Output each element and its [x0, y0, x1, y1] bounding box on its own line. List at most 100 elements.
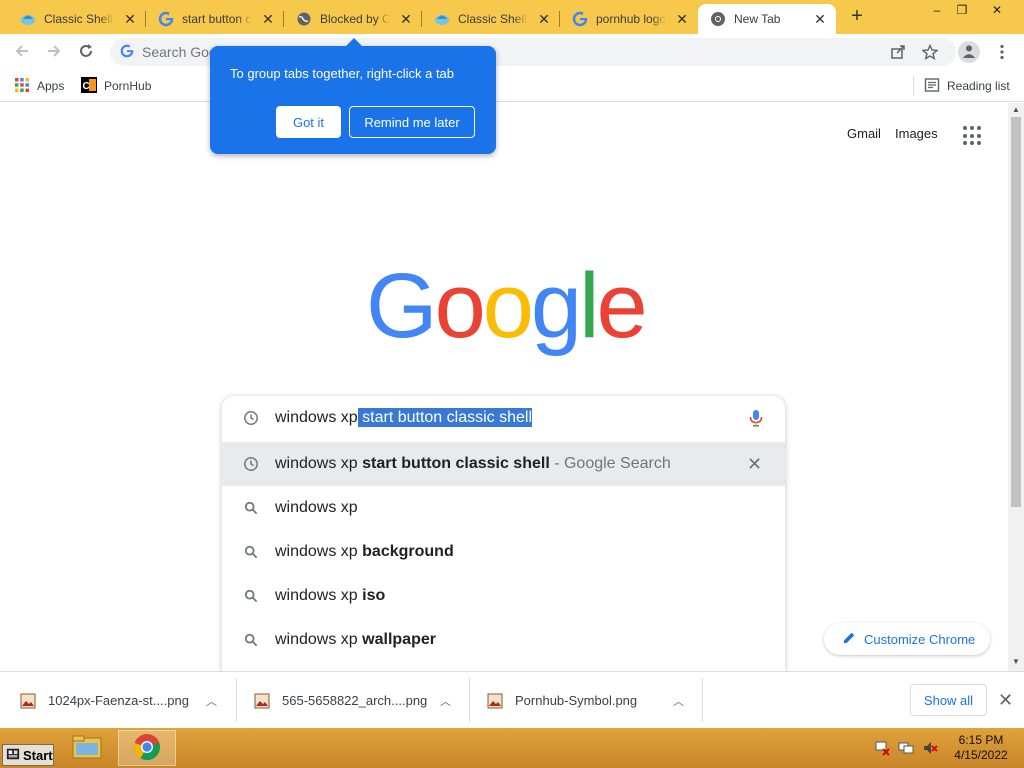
search-icon — [242, 543, 260, 561]
bookmark-label: PornHub — [104, 79, 152, 93]
forward-arrow-icon — [46, 43, 62, 62]
bookmark-star-icon[interactable] — [920, 42, 940, 62]
download-item[interactable]: 565-5658822_arch....png ︿ — [254, 672, 451, 729]
got-it-button[interactable]: Got it — [276, 106, 341, 138]
tab-strip: Classic Shell - ✕ start button cl ✕ Bloc… — [0, 0, 1024, 34]
suggestion-item[interactable]: windows xp background — [222, 530, 785, 574]
search-box[interactable]: windows xp start button classic shell wi… — [222, 396, 785, 671]
remove-suggestion-icon[interactable]: ✕ — [747, 454, 762, 475]
logo-letter: g — [530, 255, 582, 357]
shell-favicon-icon — [434, 11, 450, 27]
images-link[interactable]: Images — [895, 126, 938, 141]
tab-close-icon[interactable]: ✕ — [260, 11, 276, 27]
profile-avatar[interactable] — [958, 41, 980, 63]
window-close-button[interactable]: ✕ — [982, 0, 1012, 22]
tab-group-tip-popup: To group tabs together, right-click a ta… — [210, 38, 496, 154]
download-filename: 1024px-Faenza-st....png — [48, 693, 189, 708]
taskbar-chrome[interactable] — [118, 730, 176, 766]
page-scrollbar[interactable]: ▲ ▼ — [1008, 103, 1024, 671]
start-button[interactable]: Start — [2, 744, 54, 766]
google-favicon-icon — [572, 11, 588, 27]
reading-list-button[interactable]: Reading list — [924, 76, 1010, 96]
maximize-button[interactable]: ❐ — [947, 0, 977, 22]
bookmark-apps[interactable]: Apps — [14, 76, 64, 96]
tab-close-icon[interactable]: ✕ — [122, 11, 138, 27]
apps-grid-icon — [14, 77, 30, 96]
suggestion-text: windows xp background — [275, 543, 454, 560]
share-icon[interactable] — [888, 42, 908, 62]
microphone-icon[interactable] — [747, 409, 765, 427]
image-file-icon — [487, 693, 503, 709]
search-input-row[interactable]: windows xp start button classic shell — [222, 396, 785, 440]
clock-date: 4/15/2022 — [954, 748, 1008, 762]
remind-me-later-button[interactable]: Remind me later — [349, 106, 475, 138]
tab-classic-shell-2[interactable]: Classic Shell - ✕ — [422, 4, 560, 34]
logo-letter: l — [579, 255, 600, 357]
logo-letter: o — [434, 255, 486, 357]
suggestion-item[interactable]: windows xp wallpaper — [222, 618, 785, 662]
logo-letter: G — [366, 255, 438, 357]
bookmarks-bar: Apps C PornHub Reading list — [0, 70, 1024, 102]
bookmark-label: Apps — [37, 79, 65, 93]
tab-classic-shell-1[interactable]: Classic Shell - ✕ — [8, 4, 146, 34]
suggestion-item[interactable]: windows xp — [222, 486, 785, 530]
suggestion-item[interactable]: windows xp iso — [222, 574, 785, 618]
svg-text:C: C — [83, 81, 90, 92]
shell-favicon-icon — [20, 11, 36, 27]
tab-title: start button cl — [182, 12, 252, 26]
new-tab-page: Gmail Images Google windows xp start but… — [0, 103, 1008, 671]
forward-button[interactable] — [42, 40, 66, 64]
tab-close-icon[interactable]: ✕ — [398, 11, 414, 27]
network-warning-icon[interactable] — [874, 740, 890, 756]
suggestion-text: windows xp wallpaper — [275, 631, 436, 648]
network-icon[interactable] — [898, 740, 914, 756]
tab-close-icon[interactable]: ✕ — [674, 11, 690, 27]
download-shelf: 1024px-Faenza-st....png ︿ 565-5658822_ar… — [0, 671, 1024, 728]
reload-icon — [78, 43, 94, 62]
tab-close-icon[interactable]: ✕ — [812, 11, 828, 27]
volume-muted-icon[interactable] — [922, 740, 938, 756]
start-logo-icon — [6, 747, 20, 764]
pencil-icon — [842, 631, 856, 648]
chevron-up-icon[interactable]: ︿ — [673, 693, 684, 709]
reload-button[interactable] — [74, 40, 98, 64]
reading-list-label: Reading list — [947, 79, 1010, 93]
tab-close-icon[interactable]: ✕ — [536, 11, 552, 27]
system-clock[interactable]: 6:15 PM 4/15/2022 — [950, 733, 1012, 763]
search-icon — [242, 631, 260, 649]
close-download-shelf-icon[interactable]: ✕ — [998, 690, 1013, 711]
scroll-down-arrow-icon[interactable]: ▼ — [1011, 657, 1021, 667]
chevron-up-icon[interactable]: ︿ — [440, 693, 451, 709]
suggestion-item[interactable]: windows xp start button classic shell - … — [222, 442, 785, 486]
google-g-icon — [120, 44, 134, 61]
customize-chrome-button[interactable]: Customize Chrome — [824, 623, 990, 655]
google-apps-icon[interactable] — [963, 126, 983, 146]
chevron-up-icon[interactable]: ︿ — [206, 693, 217, 709]
menu-kebab-icon[interactable] — [992, 42, 1012, 62]
logo-letter: e — [596, 255, 648, 357]
search-input[interactable]: windows xp start button classic shell — [275, 408, 532, 427]
tab-title: Blocked by Chr — [320, 12, 390, 26]
toolbar — [0, 34, 1024, 70]
download-item[interactable]: 1024px-Faenza-st....png ︿ — [20, 672, 217, 729]
customize-label: Customize Chrome — [864, 631, 976, 647]
new-tab-button[interactable]: + — [846, 6, 868, 28]
bookmark-pornhub[interactable]: C PornHub — [81, 76, 151, 96]
scrollbar-thumb[interactable] — [1011, 117, 1021, 507]
tab-pornhub-logo[interactable]: pornhub logo ✕ — [560, 4, 698, 34]
show-all-downloads-button[interactable]: Show all — [910, 684, 987, 716]
tab-blocked[interactable]: Blocked by Chr ✕ — [284, 4, 422, 34]
tab-start-button[interactable]: start button cl ✕ — [146, 4, 284, 34]
clock-time: 6:15 PM — [958, 733, 1004, 747]
download-filename: Pornhub-Symbol.png — [515, 693, 638, 708]
ph-favicon-icon: C — [81, 76, 97, 96]
tab-new-tab[interactable]: New Tab ✕ — [698, 4, 836, 34]
gmail-link[interactable]: Gmail — [847, 126, 881, 141]
back-button[interactable] — [10, 40, 34, 64]
history-icon — [242, 455, 260, 473]
scroll-up-arrow-icon[interactable]: ▲ — [1011, 105, 1021, 115]
folder-icon — [72, 734, 102, 763]
download-item[interactable]: Pornhub-Symbol.png ︿ — [487, 672, 684, 729]
taskbar-file-explorer[interactable] — [58, 730, 116, 766]
suggestion-text: windows xp — [275, 499, 358, 516]
